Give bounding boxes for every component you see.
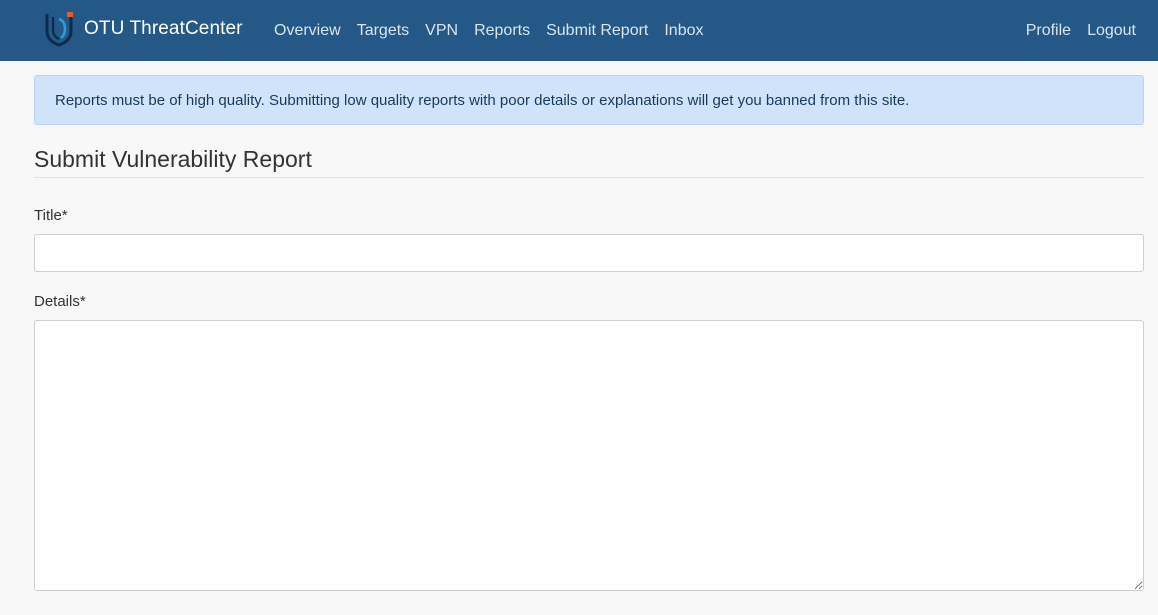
nav-vpn[interactable]: VPN [417,22,466,40]
user-nav: Profile Logout [1018,0,1144,61]
nav-logout[interactable]: Logout [1079,22,1144,40]
heading-divider [34,177,1144,178]
nav-submit-report[interactable]: Submit Report [538,22,656,40]
nav-inbox[interactable]: Inbox [656,22,711,40]
shield-logo-icon [45,12,73,47]
nav-overview[interactable]: Overview [266,22,349,40]
title-label: Title* [34,207,68,224]
nav-reports[interactable]: Reports [466,22,538,40]
brand-link[interactable]: OTU ThreatCenter [44,11,243,47]
brand-name: OTU ThreatCenter [84,18,243,39]
nav-targets[interactable]: Targets [349,22,417,40]
nav-profile[interactable]: Profile [1018,22,1079,40]
details-label: Details* [34,293,86,310]
top-navbar: OTU ThreatCenter Overview Targets VPN Re… [0,0,1158,61]
alert-text: Reports must be of high quality. Submitt… [55,91,910,109]
quality-alert: Reports must be of high quality. Submitt… [34,75,1144,125]
details-textarea[interactable] [34,320,1144,591]
page-title: Submit Vulnerability Report [34,146,312,172]
title-input[interactable] [34,234,1144,272]
main-nav: Overview Targets VPN Reports Submit Repo… [266,0,712,61]
